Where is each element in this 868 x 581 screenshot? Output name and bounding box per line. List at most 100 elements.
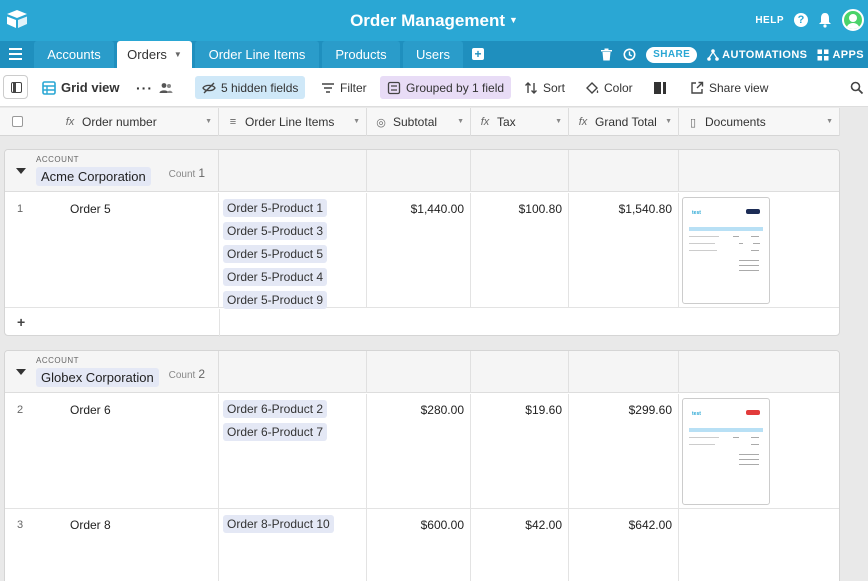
color-button[interactable]: Color <box>585 76 633 99</box>
help-icon[interactable]: ? <box>794 13 808 27</box>
tax-value: $42.00 <box>525 518 562 532</box>
group-count: Count 2 <box>169 367 205 381</box>
sort-button[interactable]: Sort <box>524 76 565 99</box>
chevron-down-icon[interactable]: ▼ <box>353 118 360 125</box>
document-line <box>751 444 759 445</box>
tab-orders[interactable]: Orders ▼ <box>117 41 192 68</box>
column-grand-total[interactable]: fx Grand Total ▼ <box>569 108 679 136</box>
grand-total-cell[interactable]: $642.00 <box>569 509 679 581</box>
caret-down-icon[interactable]: ▼ <box>174 50 182 59</box>
avatar[interactable] <box>842 9 864 31</box>
table-row[interactable]: 1 Order 5 Order 5-Product 1 Order 5-Prod… <box>5 193 839 309</box>
column-order-line-items[interactable]: ≡ Order Line Items ▼ <box>219 108 367 136</box>
menu-icon[interactable] <box>9 48 22 60</box>
chevron-down-icon[interactable]: ▼ <box>555 118 562 125</box>
column-label: Grand Total <box>595 115 657 129</box>
tax-cell[interactable]: $19.60 <box>471 394 569 508</box>
share-button[interactable]: SHARE <box>646 46 698 63</box>
group-header[interactable]: ACCOUNT Acme Corporation Count 1 <box>5 150 839 192</box>
documents-cell[interactable]: test <box>679 394 839 508</box>
grand-total-value: $642.00 <box>628 518 672 532</box>
subtotal-cell[interactable]: $280.00 <box>367 394 471 508</box>
column-tax[interactable]: fx Tax ▼ <box>471 108 569 136</box>
order-line-items-cell[interactable]: Order 6-Product 2 Order 6-Product 7 <box>219 394 367 508</box>
filter-button[interactable]: Filter <box>321 76 367 99</box>
apps-button[interactable]: APPS <box>817 49 864 61</box>
collaborators-icon[interactable] <box>159 76 173 99</box>
group-header[interactable]: ACCOUNT Globex Corporation Count 2 <box>5 351 839 393</box>
group-button[interactable]: Grouped by 1 field <box>380 76 512 99</box>
base-title[interactable]: Order Management ▼ <box>0 11 868 31</box>
history-icon[interactable] <box>623 48 636 61</box>
hidden-fields-button[interactable]: 5 hidden fields <box>195 76 306 99</box>
column-order-number[interactable]: fx Order number ▼ <box>56 108 219 136</box>
document-line <box>751 250 759 251</box>
chevron-down-icon[interactable]: ▼ <box>665 118 672 125</box>
column-label: Tax <box>497 115 516 129</box>
linked-record-chip[interactable]: Order 5-Product 9 <box>223 291 328 309</box>
search-icon[interactable] <box>850 76 864 99</box>
document-thumbnail[interactable]: test <box>682 398 770 505</box>
automations-button[interactable]: AUTOMATIONS <box>707 49 807 61</box>
order-line-items-cell[interactable]: Order 5-Product 1 Order 5-Product 3 Orde… <box>219 193 367 309</box>
grand-total-cell[interactable]: $1,540.80 <box>569 193 679 307</box>
linked-record-chip[interactable]: Order 5-Product 4 <box>223 268 328 286</box>
linked-record-chip[interactable]: Order 5-Product 1 <box>223 199 328 217</box>
tax-cell[interactable]: $100.80 <box>471 193 569 307</box>
document-thumbnail[interactable]: test <box>682 197 770 304</box>
collapse-caret-icon[interactable] <box>16 369 26 375</box>
chevron-down-icon[interactable]: ▼ <box>457 118 464 125</box>
document-line <box>733 236 739 237</box>
subtotal-cell[interactable]: $1,440.00 <box>367 193 471 307</box>
sort-icon <box>525 81 537 94</box>
row-height-icon[interactable] <box>653 76 667 99</box>
group-name: Globex Corporation <box>36 368 159 387</box>
subtotal-cell[interactable]: $600.00 <box>367 509 471 581</box>
tab-order-line-items[interactable]: Order Line Items <box>195 41 319 68</box>
chevron-down-icon[interactable]: ▼ <box>826 118 833 125</box>
column-subtotal[interactable]: ◎ Subtotal ▼ <box>367 108 471 136</box>
document-line <box>751 437 759 438</box>
column-label: Subtotal <box>393 115 438 129</box>
paint-bucket-icon <box>586 81 599 94</box>
linked-record-chip[interactable]: Order 6-Product 7 <box>223 423 328 441</box>
share-view-button[interactable]: Share view <box>690 76 768 99</box>
collapse-caret-icon[interactable] <box>16 168 26 174</box>
more-options-icon[interactable]: ··· <box>136 76 153 99</box>
documents-cell[interactable] <box>679 509 839 581</box>
select-all-checkbox[interactable] <box>12 116 23 127</box>
tab-users[interactable]: Users <box>403 41 463 68</box>
order-number-cell[interactable]: 1 Order 5 <box>5 193 219 307</box>
documents-cell[interactable]: test <box>679 193 839 307</box>
linked-record-chip[interactable]: Order 8-Product 10 <box>223 515 334 533</box>
linked-record-chip[interactable]: Order 6-Product 2 <box>223 400 328 418</box>
document-line <box>689 243 715 244</box>
order-line-items-cell[interactable]: Order 8-Product 10 <box>219 509 367 581</box>
linked-record-chip[interactable]: Order 5-Product 5 <box>223 245 328 263</box>
sidebar-toggle-button[interactable] <box>3 75 28 99</box>
grand-total-cell[interactable]: $299.60 <box>569 394 679 508</box>
group-count: Count 1 <box>169 166 205 180</box>
color-label: Color <box>604 80 633 95</box>
view-switcher[interactable]: Grid view <box>42 76 120 99</box>
add-record-row[interactable]: + <box>5 309 839 337</box>
grid-view-icon <box>42 80 56 95</box>
linked-records-icon: ≡ <box>229 116 237 128</box>
help-label[interactable]: HELP <box>755 15 784 26</box>
table-row[interactable]: 3 Order 8 Order 8-Product 10 $600.00 $42… <box>5 509 839 581</box>
column-documents[interactable]: ▯ Documents ▼ <box>679 108 840 136</box>
tab-products[interactable]: Products <box>322 41 400 68</box>
order-number-cell[interactable]: 3 Order 8 <box>5 509 219 581</box>
add-record-icon[interactable]: + <box>17 314 25 330</box>
table-row[interactable]: 2 Order 6 Order 6-Product 2 Order 6-Prod… <box>5 394 839 509</box>
tax-cell[interactable]: $42.00 <box>471 509 569 581</box>
order-number: Order 8 <box>70 518 111 532</box>
add-table-icon[interactable]: + <box>472 48 484 60</box>
tab-accounts[interactable]: Accounts <box>34 41 114 68</box>
group-count-value: 2 <box>198 367 205 381</box>
bell-icon[interactable] <box>818 12 832 28</box>
chevron-down-icon[interactable]: ▼ <box>205 118 212 125</box>
linked-record-chip[interactable]: Order 5-Product 3 <box>223 222 328 240</box>
trash-icon[interactable] <box>600 48 613 61</box>
order-number-cell[interactable]: 2 Order 6 <box>5 394 219 508</box>
